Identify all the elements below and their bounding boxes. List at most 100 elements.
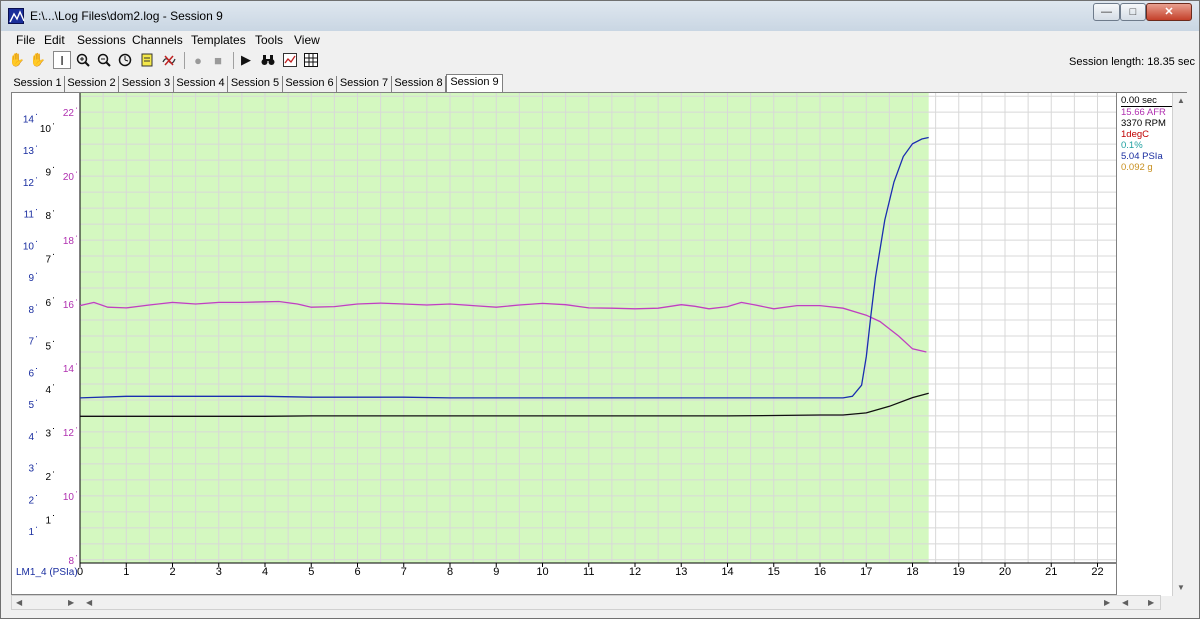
x-tick-label: 2 bbox=[169, 566, 175, 578]
app-window: E:\...\Log Files\dom2.log - Session 9 — … bbox=[0, 0, 1200, 619]
chart-icon[interactable] bbox=[281, 51, 299, 69]
x-tick-label: 4 bbox=[262, 566, 268, 578]
x-tick-label: 20 bbox=[999, 566, 1011, 578]
hand-disabled-icon[interactable]: ✋ bbox=[29, 51, 47, 69]
menu-file[interactable]: File bbox=[16, 33, 35, 47]
zoom-out-icon[interactable] bbox=[95, 51, 113, 69]
y-tick-label: 14 bbox=[63, 364, 75, 375]
minimize-button[interactable]: — bbox=[1093, 3, 1120, 21]
plot-area[interactable]: 0 1 2 3 4 5 6 7 8 9 10 11 12 13 14 15 16 17 18 19 20 21 22 1 2 3 4… bbox=[11, 92, 1187, 596]
vertical-scrollbar[interactable]: ▲ ▼ bbox=[1172, 93, 1187, 596]
scroll-left-icon[interactable]: ◀ bbox=[1122, 598, 1128, 607]
horizontal-scrollbar[interactable]: ◀ ▶ ◀ ▶ ◀ ▶ bbox=[11, 595, 1161, 610]
legend-time: 0.00 sec bbox=[1121, 95, 1172, 107]
y-tick-label: 8 bbox=[68, 556, 74, 567]
tab-session-6[interactable]: Session 6 bbox=[283, 76, 337, 92]
y-tick-label: 22 bbox=[63, 108, 75, 119]
tab-session-7[interactable]: Session 7 bbox=[337, 76, 392, 92]
tab-session-8[interactable]: Session 8 bbox=[392, 76, 446, 92]
x-tick-label: 11 bbox=[583, 566, 594, 578]
legend-percent: 0.1% bbox=[1121, 140, 1143, 151]
x-tick-label: 18 bbox=[906, 566, 918, 578]
y-tick-label: 8 bbox=[28, 305, 34, 316]
x-tick-label: 10 bbox=[536, 566, 548, 578]
crossed-icon[interactable] bbox=[160, 51, 178, 69]
y-tick-label: 8 bbox=[45, 211, 51, 222]
y-tick-label: 6 bbox=[28, 368, 34, 379]
x-tick-label: 16 bbox=[814, 566, 826, 578]
play-icon[interactable]: ▶ bbox=[237, 51, 255, 69]
toolbar: ✋ ✋ I ● ■ ▶ bbox=[5, 50, 405, 72]
menu-channels[interactable]: Channels bbox=[132, 33, 183, 47]
y-tick-label: 12 bbox=[23, 178, 35, 189]
menu-bar: File Edit Sessions Channels Templates To… bbox=[1, 31, 401, 48]
y-tick-label: 10 bbox=[40, 124, 52, 135]
tab-session-4[interactable]: Session 4 bbox=[174, 76, 228, 92]
session-highlight bbox=[80, 93, 929, 563]
x-tick-label: 3 bbox=[216, 566, 222, 578]
scroll-left-icon[interactable]: ◀ bbox=[16, 598, 22, 607]
y-tick-label: 4 bbox=[45, 385, 51, 396]
timer-icon[interactable] bbox=[116, 51, 134, 69]
channel-legend: 0.00 sec 15.66 AFR 3370 RPM 1degC 0.1% 5… bbox=[1116, 93, 1172, 596]
tab-session-9[interactable]: Session 9 bbox=[446, 74, 503, 92]
x-tick-label: 12 bbox=[629, 566, 641, 578]
x-tick-label: 5 bbox=[308, 566, 314, 578]
y-tick-label: 1 bbox=[28, 527, 34, 538]
title-bar[interactable]: E:\...\Log Files\dom2.log - Session 9 — … bbox=[1, 1, 1199, 31]
y-tick-label: 2 bbox=[28, 495, 34, 506]
menu-sessions[interactable]: Sessions bbox=[77, 33, 126, 47]
zoom-in-icon[interactable] bbox=[74, 51, 92, 69]
y-tick-label: 18 bbox=[63, 236, 75, 247]
close-button[interactable]: ✕ bbox=[1146, 3, 1192, 21]
y-tick-label: 3 bbox=[45, 428, 51, 439]
scroll-right-icon[interactable]: ▶ bbox=[68, 598, 74, 607]
menu-edit[interactable]: Edit bbox=[44, 33, 65, 47]
scroll-up-icon[interactable]: ▲ bbox=[1177, 96, 1185, 105]
y-tick-label: 20 bbox=[63, 172, 75, 183]
tab-session-1[interactable]: Session 1 bbox=[11, 76, 65, 92]
session-tabs: Session 1 Session 2 Session 3 Session 4 … bbox=[11, 74, 511, 92]
app-logo-icon bbox=[8, 8, 25, 24]
scroll-right-icon[interactable]: ▶ bbox=[1104, 598, 1110, 607]
legend-psia: 5.04 PSIa bbox=[1121, 151, 1163, 162]
menu-tools[interactable]: Tools bbox=[255, 33, 283, 47]
x-tick-label: 15 bbox=[768, 566, 780, 578]
bottom-channel-label: LM1_4 (PSIa) bbox=[16, 567, 78, 578]
window-title: E:\...\Log Files\dom2.log - Session 9 bbox=[30, 9, 223, 23]
scroll-right-icon[interactable]: ▶ bbox=[1148, 598, 1154, 607]
y-tick-label: 13 bbox=[23, 146, 35, 157]
y-tick-label: 11 bbox=[24, 210, 35, 221]
menu-view[interactable]: View bbox=[294, 33, 320, 47]
tab-session-5[interactable]: Session 5 bbox=[228, 76, 283, 92]
stop-icon[interactable]: ■ bbox=[209, 51, 227, 69]
y-tick-label: 9 bbox=[45, 167, 51, 178]
record-icon[interactable]: ● bbox=[189, 51, 207, 69]
x-tick-label: 17 bbox=[860, 566, 872, 578]
y-tick-label: 2 bbox=[45, 472, 51, 483]
session-chart[interactable]: 0 1 2 3 4 5 6 7 8 9 10 11 12 13 14 15 16 17 18 19 20 21 221234… bbox=[12, 93, 1116, 596]
y-tick-label: 6 bbox=[45, 298, 51, 309]
toolbar-separator bbox=[184, 52, 185, 69]
maximize-button[interactable]: □ bbox=[1120, 3, 1146, 21]
binoculars-icon[interactable] bbox=[259, 51, 277, 69]
x-tick-label: 19 bbox=[953, 566, 965, 578]
x-tick-label: 14 bbox=[721, 566, 733, 578]
hand-icon[interactable]: ✋ bbox=[8, 51, 26, 69]
y-tick-label: 16 bbox=[63, 300, 75, 311]
table-icon[interactable] bbox=[302, 51, 320, 69]
y-tick-label: 9 bbox=[28, 273, 34, 284]
tab-session-2[interactable]: Session 2 bbox=[65, 76, 119, 92]
x-tick-label: 0 bbox=[77, 566, 83, 578]
scroll-down-icon[interactable]: ▼ bbox=[1177, 583, 1185, 592]
text-cursor-icon[interactable]: I bbox=[53, 51, 71, 69]
tab-session-3[interactable]: Session 3 bbox=[119, 76, 174, 92]
menu-templates[interactable]: Templates bbox=[191, 33, 246, 47]
scroll-left-icon[interactable]: ◀ bbox=[86, 598, 92, 607]
note-icon[interactable] bbox=[138, 51, 156, 69]
x-tick-label: 22 bbox=[1091, 566, 1103, 578]
x-tick-label: 21 bbox=[1045, 566, 1057, 578]
toolbar-separator bbox=[233, 52, 234, 69]
y-tick-label: 5 bbox=[45, 341, 51, 352]
x-tick-label: 6 bbox=[354, 566, 360, 578]
